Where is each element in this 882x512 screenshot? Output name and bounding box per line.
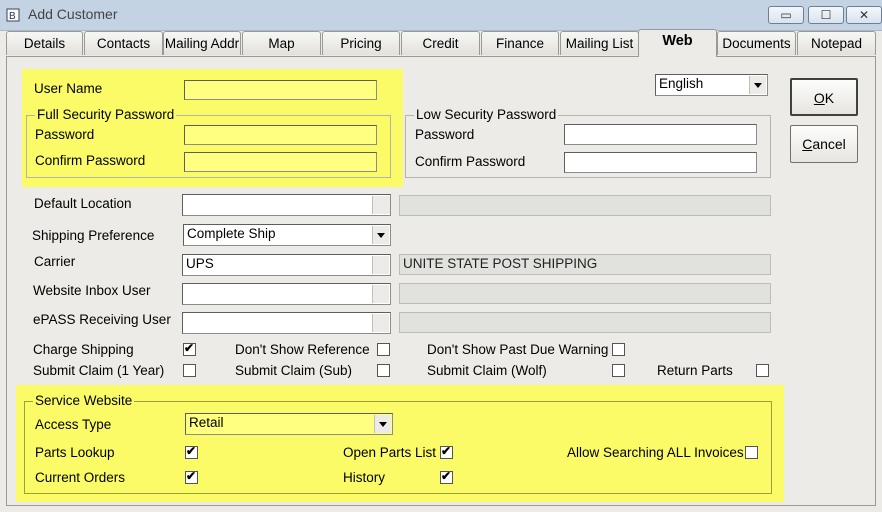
add-customer-window: B Add Customer ▭ ☐ ✕ Details Contacts Ma… (0, 0, 882, 512)
shipping-preference-label: Shipping Preference (32, 228, 155, 243)
dont-show-reference-checkbox[interactable] (377, 343, 390, 356)
website-inbox-user-lookup-button[interactable] (372, 285, 389, 303)
carrier-description: UNITE STATE POST SHIPPING (399, 254, 771, 275)
full-password-label: Password (35, 127, 95, 142)
tab-contacts[interactable]: Contacts (84, 31, 163, 55)
close-icon: ✕ (858, 8, 870, 22)
access-type-label: Access Type (35, 417, 112, 432)
website-inbox-user-input[interactable] (182, 283, 391, 305)
submit-claim-sub-checkbox[interactable] (377, 364, 390, 377)
default-location-lookup-button[interactable] (372, 196, 390, 214)
window-title: Add Customer (28, 6, 118, 22)
epass-receiving-user-input[interactable] (182, 312, 391, 334)
open-parts-list-checkbox[interactable] (440, 444, 453, 459)
website-inbox-user-description (399, 283, 771, 304)
allow-search-invoices-checkbox[interactable] (745, 446, 758, 459)
tab-details[interactable]: Details (6, 31, 83, 55)
shipping-preference-select[interactable]: Complete Ship (183, 224, 391, 246)
user-name-input[interactable] (184, 80, 377, 100)
tab-pricing[interactable]: Pricing (322, 31, 400, 55)
chevron-down-icon[interactable] (749, 76, 766, 94)
tab-mailing-addr[interactable]: Mailing Addr (163, 31, 241, 55)
dont-show-past-due-label: Don't Show Past Due Warning (427, 342, 609, 357)
maximize-button[interactable]: ☐ (808, 6, 844, 24)
submit-claim-wolf-label: Submit Claim (Wolf) (427, 363, 547, 378)
website-inbox-user-label: Website Inbox User (33, 283, 151, 298)
tab-credit[interactable]: Credit (401, 31, 480, 55)
epass-receiving-user-description (399, 312, 771, 333)
default-location-input[interactable] (182, 194, 391, 216)
tab-mailing-list[interactable]: Mailing List (560, 31, 639, 55)
charge-shipping-label: Charge Shipping (33, 342, 134, 357)
submit-claim-sub-label: Submit Claim (Sub) (235, 363, 353, 378)
low-password-label: Password (415, 127, 475, 142)
history-label: History (343, 470, 386, 485)
carrier-value: UPS (186, 256, 214, 271)
parts-lookup-label: Parts Lookup (35, 445, 115, 460)
access-type-value: Retail (189, 415, 224, 430)
ok-accelerator: O (813, 90, 825, 106)
tab-notepad[interactable]: Notepad (797, 31, 876, 55)
low-security-title: Low Security Password (414, 107, 559, 122)
dont-show-reference-label: Don't Show Reference (235, 342, 370, 357)
language-value: English (659, 76, 704, 91)
default-location-label: Default Location (34, 196, 132, 211)
epass-receiving-user-label: ePASS Receiving User (33, 312, 171, 327)
full-security-title: Full Security Password (35, 107, 177, 122)
language-select[interactable]: English (655, 74, 768, 96)
return-parts-checkbox[interactable] (756, 364, 769, 377)
user-name-label: User Name (34, 81, 103, 96)
close-button[interactable]: ✕ (846, 6, 882, 24)
ok-button[interactable]: OK (790, 78, 858, 116)
tab-documents[interactable]: Documents (717, 31, 796, 55)
carrier-label: Carrier (34, 254, 76, 269)
tab-finance[interactable]: Finance (481, 31, 559, 55)
current-orders-label: Current Orders (35, 470, 126, 485)
maximize-icon: ☐ (820, 8, 832, 22)
full-confirm-label: Confirm Password (35, 153, 146, 168)
service-website-title: Service Website (33, 393, 135, 408)
carrier-input[interactable]: UPS (182, 254, 391, 276)
history-checkbox[interactable] (440, 469, 453, 484)
submit-claim-1yr-label: Submit Claim (1 Year) (33, 363, 165, 378)
current-orders-checkbox[interactable] (185, 469, 198, 484)
tab-map[interactable]: Map (242, 31, 321, 55)
chevron-down-icon[interactable] (374, 415, 391, 433)
return-parts-label: Return Parts (657, 363, 733, 378)
allow-search-invoices-label: Allow Searching ALL Invoices (567, 445, 744, 460)
minimize-icon: ▭ (780, 8, 792, 22)
low-confirm-input[interactable] (564, 152, 757, 173)
submit-claim-wolf-checkbox[interactable] (612, 364, 625, 377)
tab-web[interactable]: Web (638, 29, 717, 57)
low-confirm-label: Confirm Password (415, 154, 526, 169)
cancel-label: ancel (812, 136, 846, 152)
parts-lookup-checkbox[interactable] (185, 444, 198, 459)
chevron-down-icon[interactable] (372, 226, 389, 244)
full-confirm-input[interactable] (184, 152, 377, 172)
open-parts-list-label: Open Parts List (343, 445, 437, 460)
ok-label: K (824, 90, 835, 106)
cancel-button[interactable]: Cancel (790, 125, 858, 163)
minimize-button[interactable]: ▭ (768, 6, 804, 24)
title-bar: B Add Customer ▭ ☐ ✕ (0, 0, 882, 31)
app-icon: B (6, 8, 20, 22)
access-type-select[interactable]: Retail (185, 413, 393, 435)
epass-receiving-user-lookup-button[interactable] (372, 314, 389, 332)
charge-shipping-checkbox[interactable] (183, 341, 196, 356)
default-location-description (399, 195, 771, 216)
shipping-preference-value: Complete Ship (187, 226, 276, 241)
full-password-input[interactable] (184, 125, 377, 145)
svg-text:B: B (9, 11, 16, 22)
carrier-lookup-button[interactable] (372, 256, 389, 274)
submit-claim-1yr-checkbox[interactable] (183, 364, 196, 377)
low-password-input[interactable] (564, 124, 757, 145)
cancel-accelerator: C (802, 136, 813, 152)
dont-show-past-due-checkbox[interactable] (612, 343, 625, 356)
